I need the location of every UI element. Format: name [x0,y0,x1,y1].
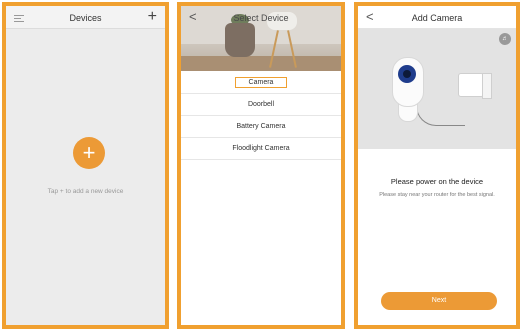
add-camera-header: < Add Camera [358,6,516,29]
device-option-camera[interactable]: Camera [181,72,341,94]
power-on-heading: Please power on the device [390,177,484,186]
add-device-icon[interactable]: + [148,9,157,25]
device-option-doorbell[interactable]: Doorbell [181,94,341,116]
sound-icon[interactable]: ♬ [499,33,511,45]
power-outlet-icon [482,73,492,99]
select-device-header: < Select Device [181,6,341,28]
power-adapter-icon [458,73,484,97]
page-title: Devices [69,13,102,23]
device-option-battery-camera[interactable]: Battery Camera [181,116,341,138]
select-device-screen: < Select Device Camera Doorbell Battery … [177,2,345,329]
empty-state-hint: Tap + to add a new device [47,188,124,195]
next-button[interactable]: Next [381,292,497,310]
add-camera-screen: < Add Camera ♬ Please power on the devic… [354,2,520,329]
device-option-label: Battery Camera [236,123,286,130]
device-option-floodlight-camera[interactable]: Floodlight Camera [181,138,341,160]
power-on-illustration: ♬ [358,29,516,149]
devices-screen: Devices + + Tap + to add a new device [2,2,169,329]
device-option-label: Camera [234,77,288,88]
camera-lens-center [403,70,411,78]
device-option-label: Floodlight Camera [232,145,290,152]
power-on-subtext: Please stay near your router for the bes… [379,192,495,198]
device-type-list: Camera Doorbell Battery Camera Floodligh… [181,72,341,160]
devices-header: Devices + [6,6,165,29]
page-title: Add Camera [411,13,463,23]
device-option-label: Doorbell [247,101,275,108]
add-device-button[interactable]: + [73,137,105,169]
page-title: Select Device [233,13,289,23]
